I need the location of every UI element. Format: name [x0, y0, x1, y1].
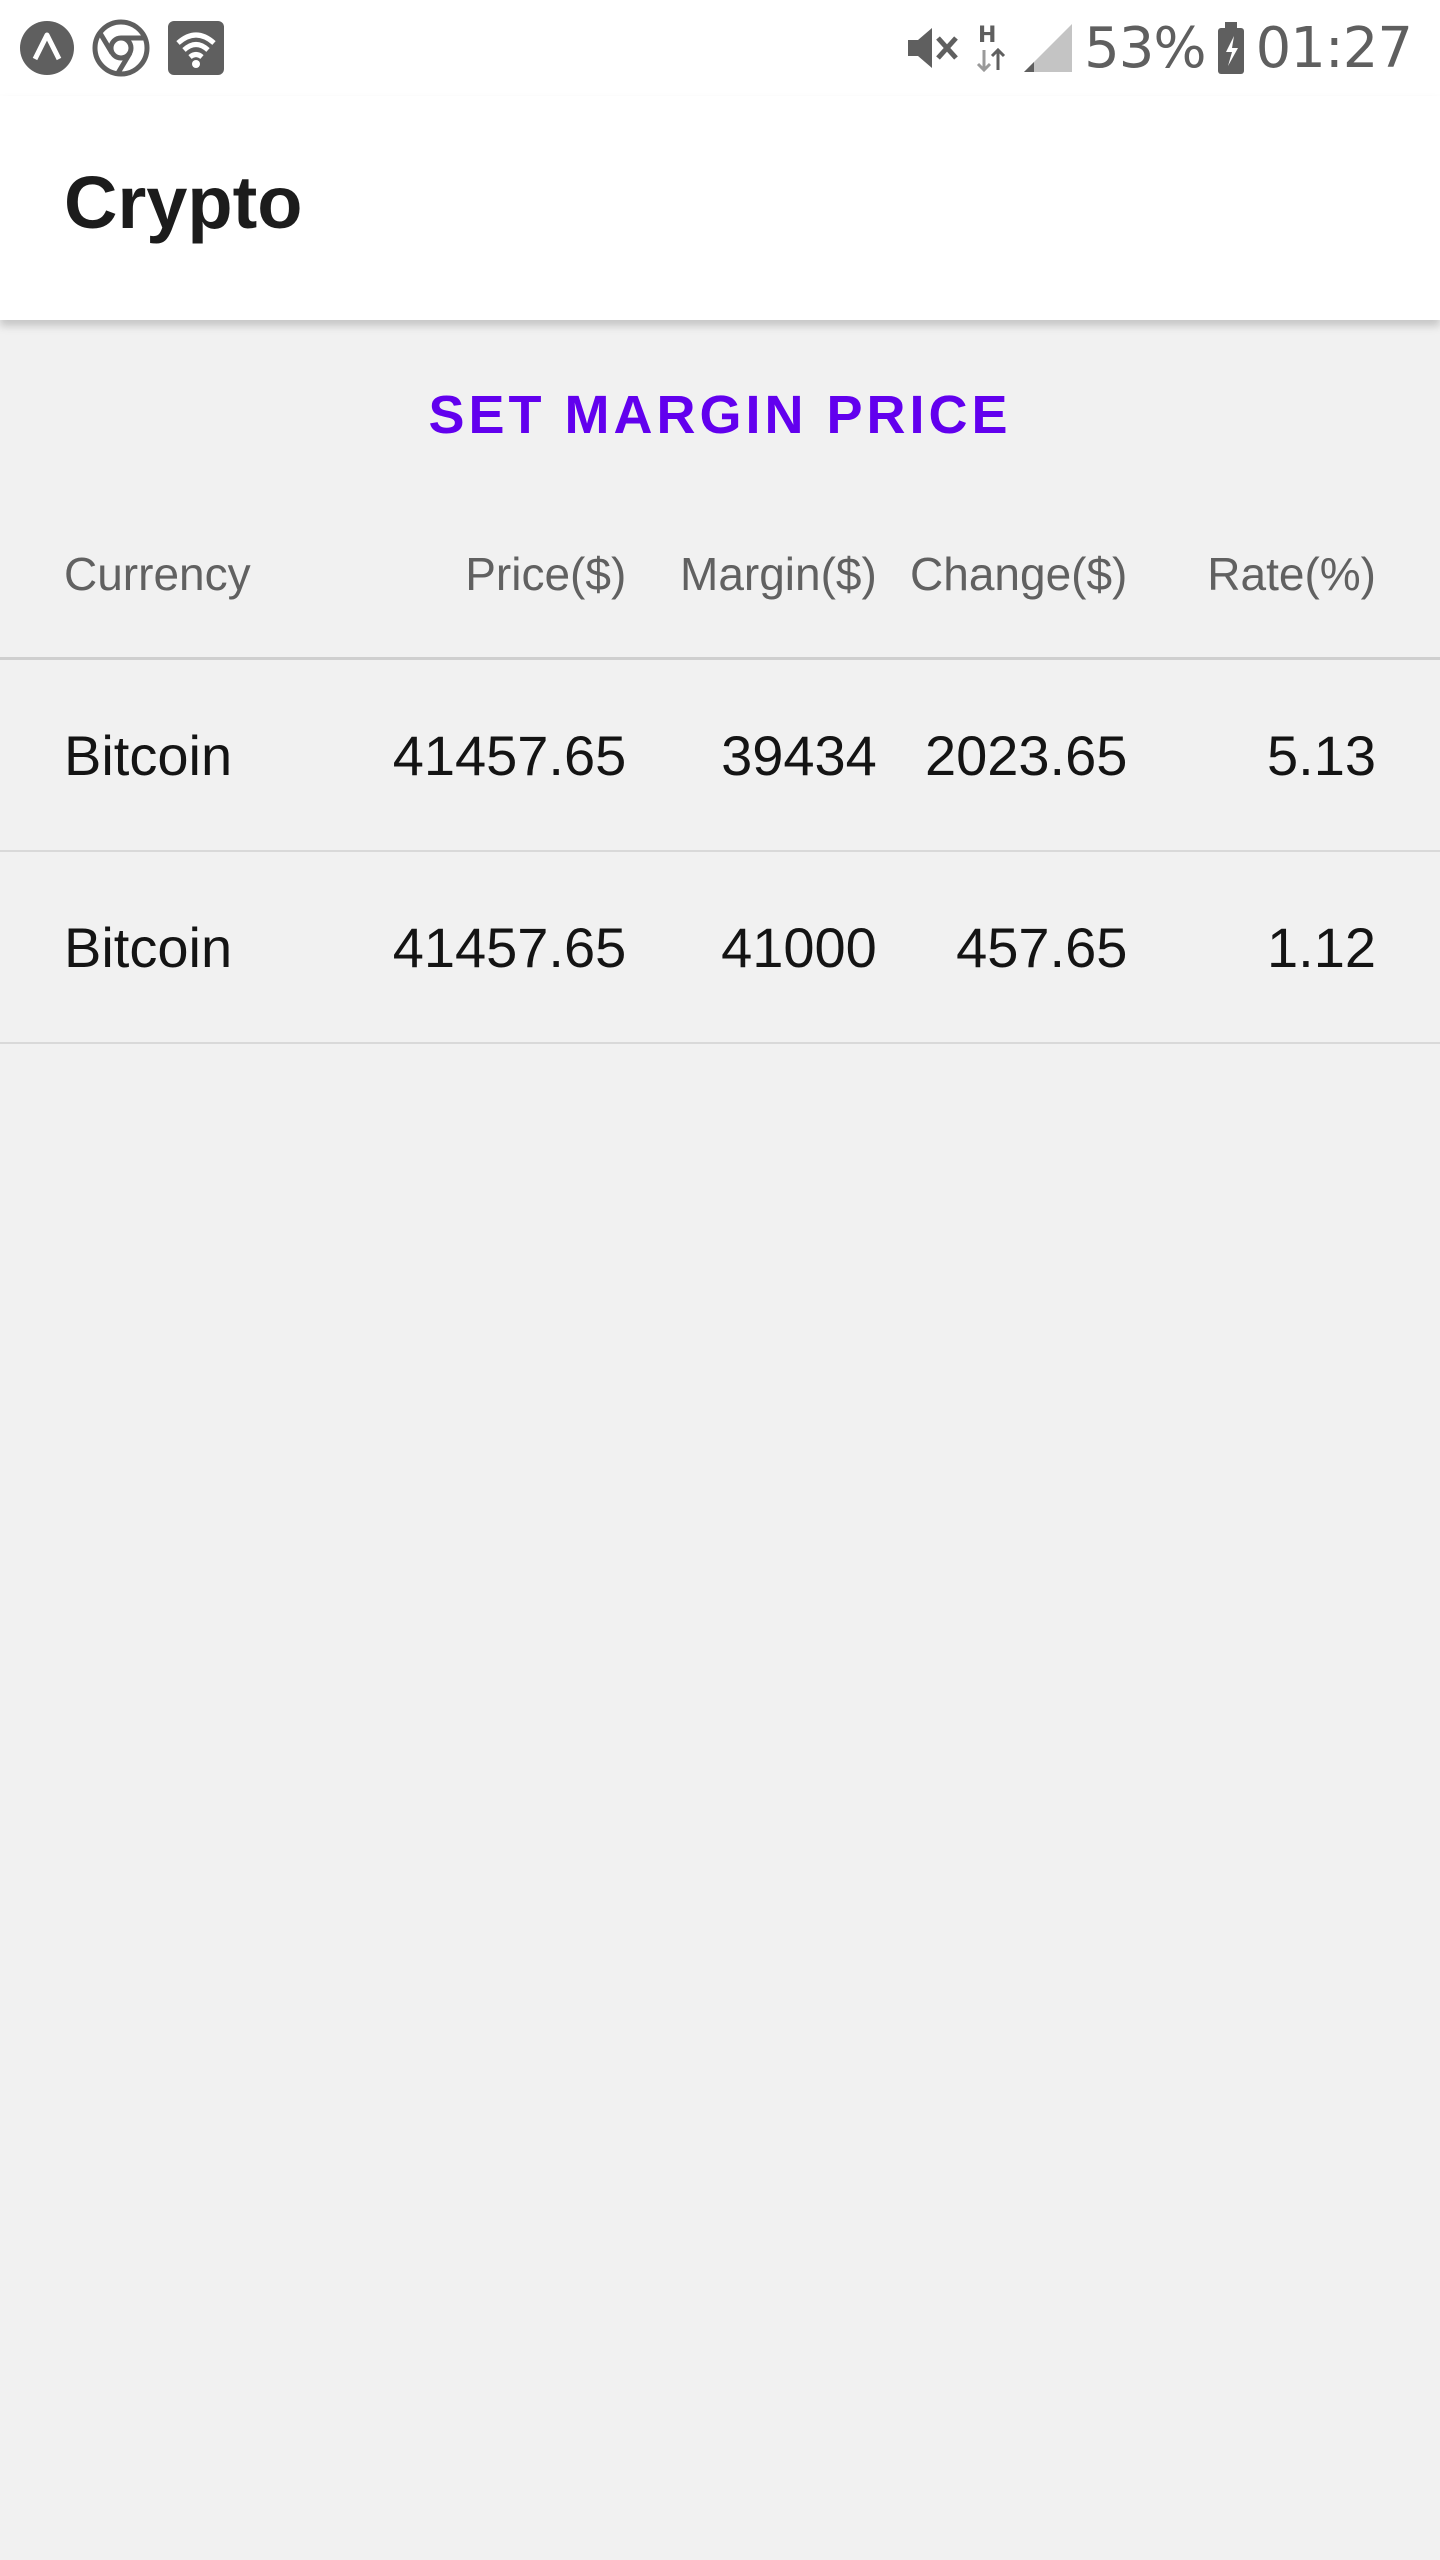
table-row[interactable]: Bitcoin 41457.65 41000 457.65 1.12: [0, 852, 1440, 1044]
signal-icon: [1022, 22, 1074, 74]
crypto-table: Currency Price($) Margin($) Change($) Ra…: [0, 490, 1440, 1044]
table-row[interactable]: Bitcoin 41457.65 39434 2023.65 5.13: [0, 660, 1440, 852]
battery-icon: [1216, 20, 1246, 76]
header-rate: Rate(%): [1207, 547, 1376, 600]
cell-margin: 39434: [721, 723, 877, 787]
mute-icon: [904, 20, 962, 76]
cell-change: 2023.65: [924, 723, 1128, 787]
header-price: Price($): [465, 547, 627, 600]
page-title: Crypto: [64, 160, 303, 244]
cell-currency: Bitcoin: [64, 915, 233, 979]
status-right-icons: H 53% 01:27: [894, 15, 1413, 81]
wifi-icon: [166, 19, 226, 77]
cell-margin: 41000: [721, 915, 877, 979]
status-bar: H 53% 01:27: [0, 0, 1440, 96]
set-margin-price-button[interactable]: SET MARGIN PRICE: [0, 360, 1440, 470]
app-bar: Crypto: [0, 96, 1440, 320]
header-margin: Margin($): [680, 547, 877, 600]
chrome-icon: [92, 19, 150, 77]
svg-text:H: H: [978, 23, 996, 48]
network-h-icon: H: [972, 20, 1012, 76]
main-content: SET MARGIN PRICE Currency Price($) Margi…: [0, 320, 1440, 2560]
status-left-icons: [18, 19, 242, 77]
cell-price: 41457.65: [392, 723, 627, 787]
cell-currency: Bitcoin: [64, 723, 233, 787]
battery-percent: 53%: [1084, 15, 1206, 81]
cell-rate: 5.13: [1267, 723, 1376, 787]
clock: 01:27: [1255, 15, 1413, 81]
table-header-row: Currency Price($) Margin($) Change($) Ra…: [0, 490, 1440, 660]
header-change: Change($): [910, 547, 1128, 600]
app-notification-icon: [18, 19, 76, 77]
cell-price: 41457.65: [392, 915, 627, 979]
cell-rate: 1.12: [1267, 915, 1376, 979]
header-currency: Currency: [64, 547, 251, 600]
cell-change: 457.65: [956, 915, 1128, 979]
